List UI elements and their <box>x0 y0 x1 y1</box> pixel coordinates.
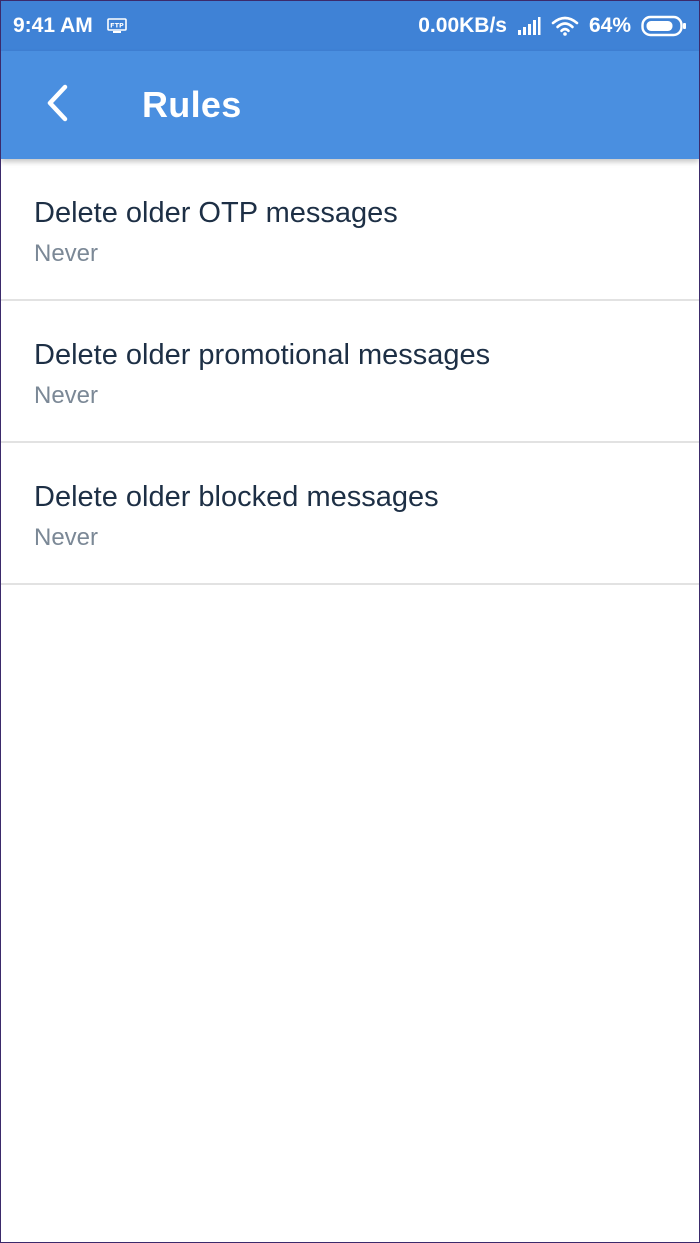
rule-item-blocked[interactable]: Delete older blocked messages Never <box>1 443 699 585</box>
rule-title: Delete older OTP messages <box>34 197 398 229</box>
rule-title: Delete older promotional messages <box>34 339 491 371</box>
chevron-left-icon <box>45 84 69 127</box>
svg-text:FTP: FTP <box>110 22 124 30</box>
rule-value: Never <box>34 240 99 267</box>
rule-value: Never <box>34 524 99 551</box>
network-speed: 0.00KB/s <box>418 14 507 37</box>
rule-title: Delete older blocked messages <box>34 481 439 513</box>
signal-icon <box>517 16 541 36</box>
rule-item-otp[interactable]: Delete older OTP messages Never <box>1 159 699 301</box>
back-button[interactable] <box>29 77 85 133</box>
rules-list: Delete older OTP messages Never Delete o… <box>1 159 699 585</box>
app-bar: Rules <box>1 51 699 159</box>
phone-screen: 9:41 AM FTP 0.00KB/s 64% Rules Delete ol… <box>0 0 700 1243</box>
page-title: Rules <box>142 84 242 125</box>
status-time: 9:41 AM <box>13 14 93 37</box>
battery-icon <box>641 15 687 37</box>
ftp-icon: FTP <box>106 18 127 34</box>
wifi-icon <box>551 16 579 36</box>
status-right: 0.00KB/s 64% <box>418 14 687 38</box>
battery-percent: 64% <box>588 14 631 37</box>
status-left: 9:41 AM FTP <box>13 14 127 38</box>
rule-item-promotional[interactable]: Delete older promotional messages Never <box>1 301 699 443</box>
rule-value: Never <box>34 382 99 409</box>
status-bar: 9:41 AM FTP 0.00KB/s 64% <box>1 1 699 51</box>
